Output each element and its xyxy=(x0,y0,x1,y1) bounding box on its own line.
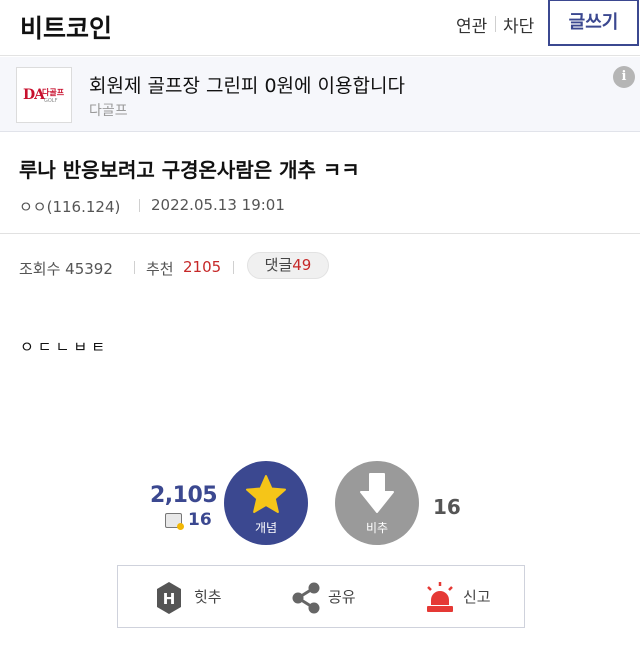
meta-divider xyxy=(134,261,135,274)
downvote-count: 16 xyxy=(433,495,461,519)
ad-logo-kr: 다골프 xyxy=(42,88,65,97)
star-icon xyxy=(246,475,286,513)
upvote-label: 개념 xyxy=(254,521,278,535)
share-icon xyxy=(292,582,320,614)
comment-button[interactable]: 댓글49 xyxy=(247,252,329,279)
report-label: 신고 xyxy=(463,588,491,606)
ad-logo-da: DA xyxy=(23,87,45,103)
share-button[interactable]: 공유 xyxy=(290,566,380,627)
meta-divider xyxy=(139,199,140,212)
downvote-button[interactable]: 비추 xyxy=(335,461,419,545)
post-body: ㅇㄷㄴㅂㅌ xyxy=(20,338,110,356)
recommend-label: 추천 xyxy=(146,260,174,278)
ad-logo: DA 다골프 GOLF xyxy=(16,67,72,123)
hit-icon: H xyxy=(157,582,181,614)
post-author[interactable]: ㅇㅇ(116.124) xyxy=(19,196,120,217)
svg-text:H: H xyxy=(163,590,176,608)
report-button[interactable]: 신고 xyxy=(423,566,513,627)
post-date: 2022.05.13 19:01 xyxy=(151,196,285,214)
gallery-title[interactable]: 비트코인 xyxy=(20,9,112,45)
ad-source: 다골프 xyxy=(89,103,128,119)
ad-title[interactable]: 회원제 골프장 그린피 0원에 이용합니다 xyxy=(89,71,405,98)
downvote-label: 비추 xyxy=(365,521,389,535)
meta-divider xyxy=(233,261,234,274)
related-link[interactable]: 연관 xyxy=(456,12,487,37)
block-link[interactable]: 차단 xyxy=(503,12,534,37)
fixed-recommend-icon xyxy=(165,513,184,530)
siren-icon xyxy=(427,582,453,612)
recommend-count: 2105 xyxy=(183,258,222,276)
upvote-button[interactable]: 개념 xyxy=(224,461,308,545)
comment-label: 댓글 xyxy=(264,256,293,274)
arrow-down-icon xyxy=(360,473,394,513)
upvote-count: 2,105 xyxy=(150,483,218,508)
hit-recommend-button[interactable]: H 힛추 xyxy=(152,566,242,627)
ad-logo-sub: GOLF xyxy=(44,98,58,104)
view-count: 조회수 45392 xyxy=(19,260,113,278)
section-divider xyxy=(0,233,640,234)
info-icon[interactable]: i xyxy=(613,66,635,88)
action-bar: H 힛추 공유 신고 xyxy=(117,565,525,628)
gallery-header: 비트코인 연관 차단 글쓰기 xyxy=(0,0,640,56)
comment-count: 49 xyxy=(292,256,312,274)
fixed-recommend-count: 16 xyxy=(188,510,212,530)
share-label: 공유 xyxy=(328,588,356,606)
ad-banner[interactable]: DA 다골프 GOLF 회원제 골프장 그린피 0원에 이용합니다 다골프 xyxy=(0,57,640,132)
header-divider xyxy=(495,16,496,32)
hit-label: 힛추 xyxy=(194,588,222,606)
write-button[interactable]: 글쓰기 xyxy=(548,0,639,46)
post-title: 루나 반응보려고 구경온사람은 개추 ㅋㅋ xyxy=(19,158,360,182)
